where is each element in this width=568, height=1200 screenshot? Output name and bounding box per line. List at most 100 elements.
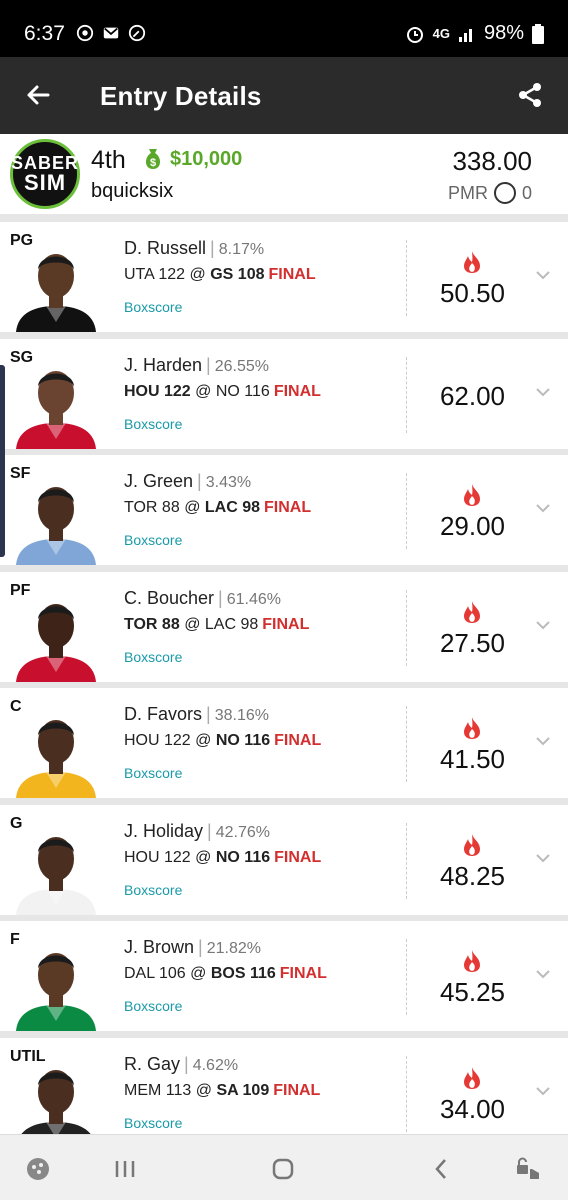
home-team-score: SA 109 (216, 1081, 270, 1099)
player-row[interactable]: G J. Holiday | 42.76% HOU 122 @ NO 116 FINAL B… (0, 804, 568, 915)
ownership-percent: 3.43% (205, 474, 252, 491)
recent-apps-icon[interactable] (111, 1155, 139, 1183)
player-row[interactable]: UTIL R. Gay | 4.62% MEM 113 @ SA 109 FINAL Box… (0, 1037, 568, 1148)
pmr-value: 0 (521, 182, 532, 203)
fantasy-points: 29.00 (439, 511, 506, 541)
ownership-percent: 38.16% (214, 707, 269, 724)
player-row[interactable]: SG J. Harden | 26.55% HOU 122 @ NO 116 FINAL B… (0, 338, 568, 449)
boxscore-link[interactable]: Boxscore (124, 998, 182, 1014)
player-name: D. Russell (124, 238, 207, 258)
game-status: FINAL (273, 1081, 321, 1099)
separator: | (210, 238, 215, 258)
chevron-down-icon[interactable] (535, 503, 551, 513)
sabersim-logo: SABER SIM (10, 139, 80, 209)
player-row[interactable]: F J. Brown | 21.82% DAL 106 @ BOS 116 FINAL Bo… (0, 921, 568, 1031)
player-row[interactable]: PG D. Russell | 8.17% UTA 122 @ GS 108 FINAL B… (0, 222, 568, 332)
network-label: 4G (432, 26, 450, 41)
home-team-score: GS 108 (210, 266, 265, 283)
flame-icon (464, 251, 480, 273)
home-team-score: NO 116 (215, 732, 271, 749)
player-name-line: D. Favors | 38.16% (124, 704, 269, 725)
player-name: J. Harden (124, 354, 203, 375)
player-row[interactable]: PF C. Boucher | 61.46% TOR 88 @ LAC 98 FINAL B… (0, 571, 568, 682)
page-title: Entry Details (100, 81, 262, 111)
chevron-down-icon[interactable] (535, 853, 551, 863)
game-score-line: TOR 88 @ LAC 98 FINAL (124, 499, 311, 517)
signal-icon (458, 28, 472, 42)
home-team-score: BOS 116 (210, 965, 276, 982)
game-score-line: TOR 88 @ LAC 98 FINAL (124, 616, 309, 634)
player-headshot (16, 953, 96, 1031)
at-symbol: @ (195, 382, 212, 400)
player-headshot (16, 370, 96, 449)
boxscore-link[interactable]: Boxscore (124, 765, 182, 781)
player-row[interactable]: C D. Favors | 38.16% HOU 122 @ NO 116 FINAL Bo… (0, 688, 568, 798)
player-headshot (16, 603, 96, 682)
player-headshot (16, 254, 96, 332)
compass-icon (128, 24, 146, 42)
fantasy-points: 45.25 (439, 977, 506, 1007)
boxscore-link[interactable]: Boxscore (124, 882, 182, 898)
game-status: FINAL (274, 848, 322, 866)
alarm-icon (406, 26, 423, 43)
fantasy-points: 62.00 (439, 380, 506, 411)
player-name: J. Holiday (124, 820, 204, 841)
edge-panel-handle[interactable] (0, 365, 5, 557)
boxscore-link[interactable]: Boxscore (124, 1115, 182, 1131)
player-name-line: D. Russell | 8.17% (124, 238, 264, 259)
status-right: 4G 98% (405, 22, 544, 45)
game-status: FINAL (264, 499, 312, 516)
chevron-down-icon[interactable] (535, 969, 551, 979)
flame-icon (464, 833, 480, 856)
total-score: 338.00 (452, 146, 532, 176)
system-nav-bar (0, 1134, 568, 1200)
fantasy-points: 41.50 (439, 744, 506, 774)
separator: | (197, 471, 202, 491)
ownership-percent: 4.62% (192, 1056, 239, 1074)
share-icon[interactable] (516, 81, 544, 109)
player-row[interactable]: SF J. Green | 3.43% TOR 88 @ LAC 98 FINAL Boxs… (0, 455, 568, 565)
flame-icon (464, 950, 480, 972)
separator: | (184, 1053, 189, 1074)
game-status: FINAL (262, 615, 310, 633)
player-name-line: J. Holiday | 42.76% (124, 821, 270, 842)
at-symbol: @ (184, 499, 201, 516)
chevron-down-icon[interactable] (535, 270, 551, 280)
flame-icon (464, 484, 480, 506)
game-status: FINAL (273, 382, 321, 400)
boxscore-link[interactable]: Boxscore (124, 299, 182, 315)
chevron-down-icon[interactable] (535, 387, 551, 397)
player-name-line: J. Brown | 21.82% (124, 937, 261, 958)
at-symbol: @ (195, 1081, 212, 1099)
separator: | (206, 354, 211, 375)
pmr-circle-icon (493, 182, 516, 204)
chevron-down-icon[interactable] (535, 736, 551, 746)
flame-icon (464, 1066, 480, 1089)
chevron-down-icon[interactable] (535, 620, 551, 630)
system-back-icon[interactable] (428, 1155, 456, 1183)
away-team-score: TOR 88 (124, 499, 180, 516)
boxscore-link[interactable]: Boxscore (124, 649, 182, 665)
boxscore-link[interactable]: Boxscore (124, 532, 182, 548)
back-arrow-icon[interactable] (22, 79, 54, 111)
game-status: FINAL (279, 965, 327, 982)
at-symbol: @ (190, 965, 207, 982)
game-status: FINAL (274, 732, 322, 749)
away-team-score: TOR 88 (124, 615, 180, 633)
username: bquicksix (91, 180, 174, 202)
fantasy-points: 34.00 (439, 1093, 506, 1124)
divider (406, 473, 407, 549)
svg-text:$: $ (150, 157, 156, 169)
ownership-percent: 8.17% (218, 241, 265, 258)
chevron-down-icon[interactable] (535, 1086, 551, 1096)
player-headshot (16, 487, 96, 565)
fantasy-points: 50.50 (439, 278, 506, 308)
status-left-icons (76, 24, 146, 42)
divider (406, 706, 407, 782)
boxscore-link[interactable]: Boxscore (124, 416, 182, 432)
separator: | (218, 587, 223, 608)
divider (406, 589, 407, 666)
touch-lock-icon[interactable] (514, 1155, 542, 1183)
game-launcher-icon[interactable] (24, 1155, 52, 1183)
home-icon[interactable] (269, 1155, 297, 1183)
